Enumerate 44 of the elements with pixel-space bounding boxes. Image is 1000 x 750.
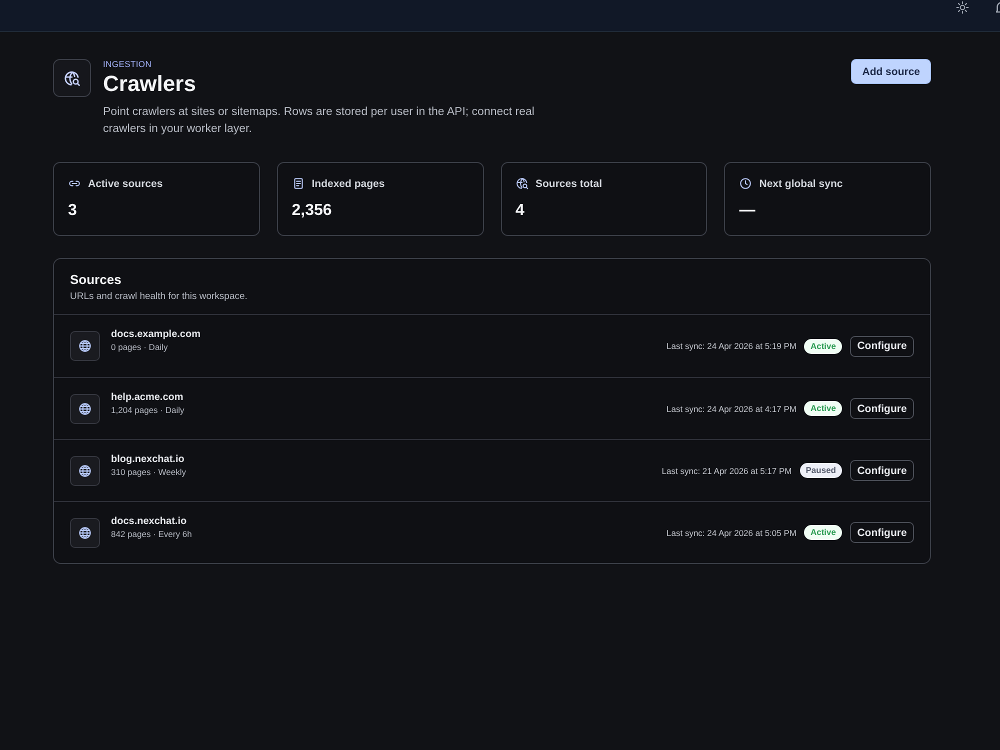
panel-title: Sources (70, 272, 122, 288)
globe-search-icon (516, 177, 528, 190)
document-icon (292, 177, 305, 190)
section-eyebrow: INGESTION (103, 59, 153, 69)
page-title: Crawlers (103, 71, 197, 97)
configure-button[interactable]: Configure (850, 522, 914, 543)
add-source-button[interactable]: Add source (851, 59, 931, 84)
globe-icon (70, 331, 100, 361)
stat-label: Sources total (536, 178, 602, 190)
page-description: Point crawlers at sites or sitemaps. Rows are stored per user in the API; connect real crawlers in your worker layer. (103, 105, 536, 137)
source-url: blog.nexchat.io (111, 453, 186, 466)
stat-value: 2,356 (292, 201, 333, 221)
status-badge: Active (804, 338, 842, 354)
stat-label: Next global sync (759, 178, 843, 190)
last-sync-text: Last sync: 21 Apr 2026 at 5:17 PM (662, 466, 792, 476)
source-url: help.acme.com (111, 391, 184, 404)
theme-toggle-sun-icon[interactable] (956, 1, 969, 14)
status-badge: Active (804, 525, 842, 540)
stat-value: 4 (516, 201, 526, 221)
stat-label: Indexed pages (312, 178, 385, 190)
globe-search-icon (53, 59, 91, 97)
globe-icon (70, 456, 100, 486)
source-url: docs.nexchat.io (111, 515, 188, 528)
globe-icon (70, 394, 100, 424)
last-sync-text: Last sync: 24 Apr 2026 at 5:05 PM (666, 528, 796, 538)
globe-icon (70, 518, 100, 548)
status-badge: Active (804, 401, 842, 416)
notification-bell-icon[interactable] (996, 2, 1000, 14)
source-url: docs.example.com (111, 328, 202, 341)
stat-value: — (739, 201, 756, 221)
last-sync-text: Last sync: 24 Apr 2026 at 5:19 PM (666, 341, 796, 351)
clock-icon (739, 177, 752, 190)
configure-button[interactable]: Configure (850, 398, 914, 419)
source-meta: 0 pages · Daily (111, 342, 169, 353)
panel-subtitle: URLs and crawl health for this workspace. (70, 291, 248, 303)
source-meta: 842 pages · Every 6h (111, 529, 193, 540)
configure-button[interactable]: Configure (850, 336, 914, 356)
status-badge: Paused (800, 463, 842, 478)
source-meta: 310 pages · Weekly (111, 467, 187, 478)
configure-button[interactable]: Configure (850, 460, 914, 481)
stat-value: 3 (68, 201, 78, 221)
stat-label: Active sources (88, 178, 163, 190)
source-meta: 1,204 pages · Daily (111, 405, 186, 416)
last-sync-text: Last sync: 24 Apr 2026 at 4:17 PM (666, 404, 796, 414)
